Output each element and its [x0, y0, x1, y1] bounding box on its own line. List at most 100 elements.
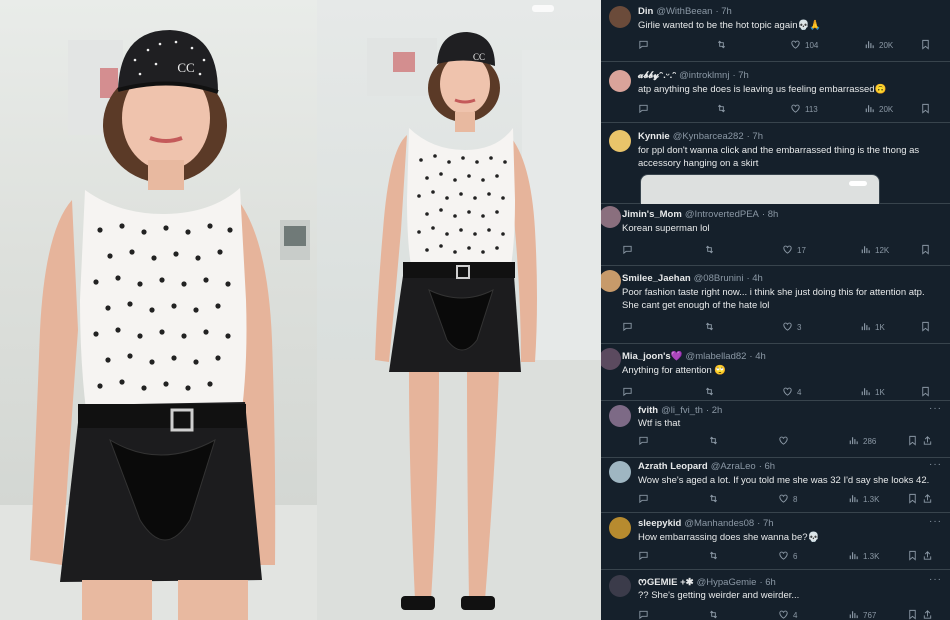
like-button[interactable]: 4 — [782, 386, 801, 399]
user-handle[interactable]: @Kynbarcea282 — [673, 131, 744, 142]
tweet-card[interactable]: Jimin's_Mom @IntrovertedPEA · 8h Korean sup… — [601, 204, 950, 266]
timestamp[interactable]: · 7h — [747, 131, 763, 142]
reply-button[interactable] — [638, 609, 649, 620]
user-handle[interactable]: @HypaGemie — [697, 577, 757, 588]
bookmark-button[interactable] — [920, 103, 931, 116]
like-button[interactable]: 113 — [790, 103, 818, 116]
display-name[interactable]: sleepykid — [638, 518, 681, 529]
views-button[interactable]: 1K — [860, 386, 885, 399]
display-name[interactable]: Din — [638, 6, 653, 17]
views-button[interactable]: 12K — [860, 244, 889, 257]
user-handle[interactable]: @WithBeean — [656, 6, 712, 17]
display-name[interactable]: Jimin's_Mom — [622, 209, 682, 220]
avatar[interactable] — [609, 461, 631, 483]
views-button[interactable]: 1K — [860, 321, 885, 334]
share-button[interactable] — [922, 435, 933, 448]
retweet-button[interactable] — [708, 609, 719, 620]
like-button[interactable]: 6 — [778, 550, 797, 563]
avatar[interactable] — [609, 130, 631, 152]
avatar[interactable] — [609, 575, 631, 597]
tweet-card[interactable]: Smilee_Jaehan @08Brunini · 4h Poor fashion … — [601, 266, 950, 344]
avatar[interactable] — [609, 6, 631, 28]
timestamp[interactable]: · 6h — [759, 461, 775, 472]
timestamp[interactable]: · 7h — [715, 6, 731, 17]
user-handle[interactable]: @IntrovertedPEA — [685, 209, 759, 220]
reply-button[interactable] — [638, 550, 649, 563]
bookmark-button[interactable] — [920, 39, 931, 52]
more-icon[interactable]: ··· — [929, 574, 942, 585]
timestamp[interactable]: · 4h — [749, 351, 765, 362]
display-name[interactable]: 𝓪𝓫𝓫𝔂ᵔ.ᵕ.ᵔ — [638, 70, 676, 81]
views-button[interactable]: 20K — [864, 103, 893, 116]
views-button[interactable]: 1.3K — [848, 550, 879, 563]
reply-button[interactable] — [638, 435, 649, 448]
display-name[interactable]: fvith — [638, 405, 658, 416]
avatar[interactable] — [609, 517, 631, 539]
views-button[interactable]: 20K — [864, 39, 893, 52]
timestamp[interactable]: · 6h — [759, 577, 775, 588]
avatar[interactable] — [601, 206, 621, 228]
more-icon[interactable]: ··· — [929, 459, 942, 470]
share-button[interactable] — [922, 609, 933, 620]
tweet-card[interactable]: Kynnie @Kynbarcea282 · 7h for ppl don't wan… — [601, 123, 950, 204]
timestamp[interactable]: · 7h — [732, 70, 748, 81]
reply-button[interactable] — [622, 321, 633, 334]
avatar[interactable] — [609, 70, 631, 92]
user-handle[interactable]: @AzraLeo — [711, 461, 756, 472]
like-button[interactable]: 8 — [778, 493, 797, 506]
like-button[interactable]: 3 — [782, 321, 801, 334]
more-icon[interactable]: ··· — [929, 516, 942, 527]
reply-button[interactable] — [638, 39, 649, 52]
more-icon[interactable]: ··· — [929, 403, 942, 414]
views-button[interactable]: 767 — [848, 609, 876, 620]
user-handle[interactable]: @Manhandes08 — [684, 518, 754, 529]
bookmark-button[interactable] — [907, 493, 918, 506]
bookmark-button[interactable] — [907, 609, 918, 620]
tweet-card[interactable]: 𝓪𝓫𝓫𝔂ᵔ.ᵕ.ᵔ @introklmnj · 7h atp anything she… — [601, 62, 950, 123]
tweet-card[interactable]: fvith @li_fvi_th · 2h ··· Wtf is that 286 — [601, 401, 950, 458]
display-name[interactable]: ᰔGEMIE +✱ — [638, 577, 694, 588]
bookmark-button[interactable] — [907, 435, 918, 448]
views-button[interactable]: 286 — [848, 435, 876, 448]
retweet-button[interactable] — [704, 321, 715, 334]
retweet-button[interactable] — [708, 493, 719, 506]
like-button[interactable] — [778, 435, 789, 448]
views-button[interactable]: 1.3K — [848, 493, 879, 506]
timestamp[interactable]: · 8h — [762, 209, 778, 220]
display-name[interactable]: Smilee_Jaehan — [622, 273, 691, 284]
reply-button[interactable] — [638, 103, 649, 116]
like-button[interactable]: 104 — [790, 39, 818, 52]
share-button[interactable] — [922, 493, 933, 506]
like-button[interactable]: 17 — [782, 244, 806, 257]
tweet-card[interactable]: sleepykid @Manhandes08 · 7h ··· How embarras… — [601, 513, 950, 570]
reply-button[interactable] — [622, 244, 633, 257]
retweet-button[interactable] — [704, 386, 715, 399]
bookmark-button[interactable] — [920, 321, 931, 334]
retweet-button[interactable] — [708, 435, 719, 448]
retweet-button[interactable] — [716, 103, 727, 116]
bookmark-button[interactable] — [920, 386, 931, 399]
media-preview[interactable] — [640, 174, 880, 204]
avatar[interactable] — [609, 405, 631, 427]
timestamp[interactable]: · 2h — [706, 405, 722, 416]
display-name[interactable]: Azrath Leopard — [638, 461, 708, 472]
user-handle[interactable]: @introklmnj — [679, 70, 729, 81]
user-handle[interactable]: @li_fvi_th — [661, 405, 703, 416]
retweet-button[interactable] — [716, 39, 727, 52]
tweet-card[interactable]: Din @WithBeean · 7h Girlie wanted to be the… — [601, 0, 950, 62]
display-name[interactable]: Kynnie — [638, 131, 670, 142]
timestamp[interactable]: · 7h — [757, 518, 773, 529]
avatar[interactable] — [601, 348, 621, 370]
avatar[interactable] — [601, 270, 621, 292]
display-name[interactable]: Mia_joon's💜 — [622, 351, 683, 362]
bookmark-button[interactable] — [920, 244, 931, 257]
tweet-card[interactable]: Azrath Leopard @AzraLeo · 6h ··· Wow she's a… — [601, 458, 950, 513]
retweet-button[interactable] — [708, 550, 719, 563]
timestamp[interactable]: · 4h — [746, 273, 762, 284]
like-button[interactable]: 4 — [778, 609, 797, 620]
bookmark-button[interactable] — [907, 550, 918, 563]
reply-button[interactable] — [622, 386, 633, 399]
share-button[interactable] — [922, 550, 933, 563]
tweet-card[interactable]: ᰔGEMIE +✱ @HypaGemie · 6h ··· ?? She's getti… — [601, 570, 950, 620]
user-handle[interactable]: @mlabellad82 — [686, 351, 747, 362]
